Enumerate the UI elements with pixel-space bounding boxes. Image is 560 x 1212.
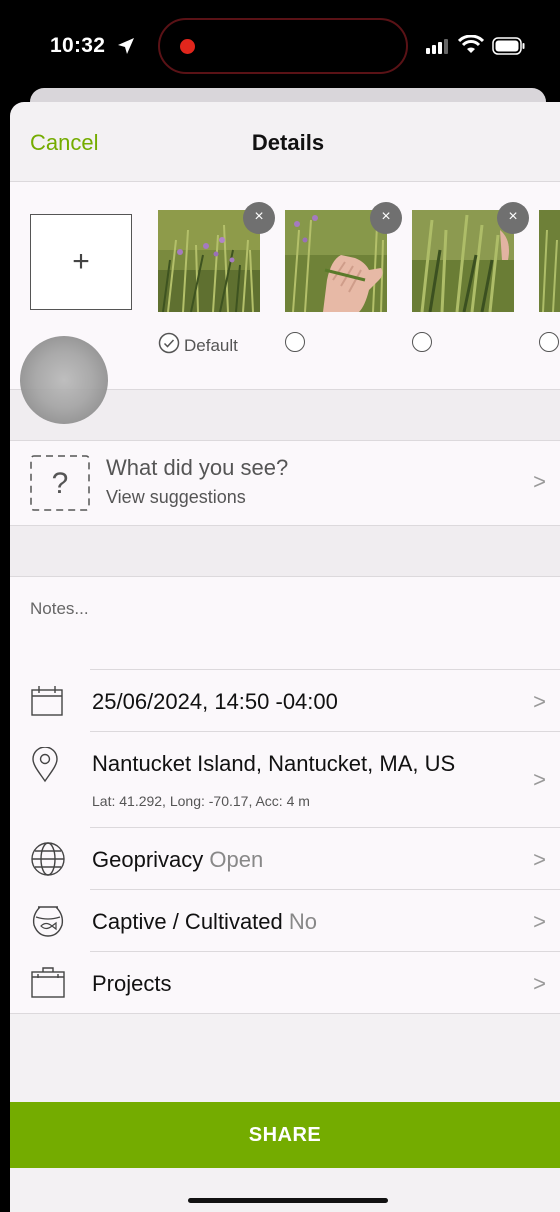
divider (90, 827, 560, 828)
geoprivacy-title: Geoprivacy (92, 847, 204, 872)
geoprivacy-row[interactable]: Geoprivacy Open > (10, 827, 560, 889)
dynamic-island (158, 18, 408, 74)
set-default-photo-3-radio[interactable] (412, 332, 432, 352)
chevron-right-icon: > (533, 971, 546, 996)
date-time-value: 25/06/2024, 14:50 -04:00 (92, 689, 338, 714)
location-pin-icon (32, 747, 58, 783)
captive-cultivated-row[interactable]: Captive / Cultivated No > (10, 889, 560, 951)
observation-details-list: Notes... 25/06/2024, 14:50 -04:00 > Nant… (10, 576, 560, 1014)
divider (90, 951, 560, 952)
page-title: Details (251, 130, 325, 155)
checkmark-circle-icon[interactable] (158, 332, 180, 354)
species-suggestion-row[interactable]: ? What did you see? View suggestions > (10, 440, 560, 526)
set-default-photo-4-radio[interactable] (539, 332, 559, 352)
chevron-right-icon: > (533, 469, 546, 494)
battery-icon (492, 37, 525, 55)
svg-text:?: ? (52, 467, 69, 500)
date-row[interactable]: 25/06/2024, 14:50 -04:00 > (10, 669, 560, 731)
wifi-icon (458, 35, 484, 53)
calendar-icon (31, 686, 63, 716)
observation-details-sheet: Cancel Details + × × × Default ? What di… (10, 102, 560, 1212)
home-indicator[interactable] (188, 1198, 388, 1203)
captive-value: No (288, 909, 318, 934)
recording-indicator-icon (180, 39, 195, 54)
chevron-right-icon: > (533, 847, 546, 872)
projects-label: Projects (92, 971, 172, 996)
suggestion-title: What did you see? (106, 455, 289, 480)
globe-icon (31, 842, 65, 876)
projects-row[interactable]: Projects > (10, 951, 560, 1013)
briefcase-icon (31, 967, 65, 998)
plus-icon: + (72, 245, 90, 278)
captive-title: Captive / Cultivated (92, 909, 283, 934)
suggestion-subtitle: View suggestions (106, 487, 246, 507)
chevron-right-icon: > (533, 689, 546, 714)
notes-input[interactable]: Notes... (30, 599, 89, 619)
remove-photo-1-button[interactable]: × (243, 202, 275, 234)
status-time: 10:32 (50, 34, 106, 57)
chevron-right-icon: > (533, 909, 546, 934)
geoprivacy-label: Geoprivacy Open (92, 847, 263, 873)
status-bar: 10:32 (0, 0, 560, 92)
add-photo-button[interactable]: + (30, 214, 132, 310)
cellular-signal-icon (426, 39, 448, 54)
divider (90, 731, 560, 732)
default-photo-label: Default (184, 336, 238, 355)
photo-thumbnail-4[interactable] (539, 210, 560, 312)
set-default-photo-2-radio[interactable] (285, 332, 305, 352)
share-button[interactable]: SHARE (10, 1102, 560, 1168)
location-name: Nantucket Island, Nantucket, MA, US (92, 751, 456, 776)
grass-photo-image (539, 210, 560, 312)
location-row[interactable]: Nantucket Island, Nantucket, MA, US Lat:… (10, 731, 560, 827)
chevron-right-icon: > (533, 767, 546, 792)
remove-photo-2-button[interactable]: × (370, 202, 402, 234)
location-coordinates: Lat: 41.292, Long: -70.17, Acc: 4 m (92, 793, 310, 809)
fishbowl-icon (32, 906, 64, 937)
geoprivacy-value: Open (209, 847, 264, 872)
divider (90, 889, 560, 890)
touch-indicator (20, 336, 108, 424)
remove-photo-3-button[interactable]: × (497, 202, 529, 234)
unknown-species-icon: ? (30, 455, 90, 511)
navigation-bar: Cancel Details (10, 102, 560, 182)
captive-label: Captive / Cultivated No (92, 909, 317, 935)
section-spacer (10, 526, 560, 576)
divider (90, 669, 560, 670)
location-arrow-icon (118, 38, 134, 54)
